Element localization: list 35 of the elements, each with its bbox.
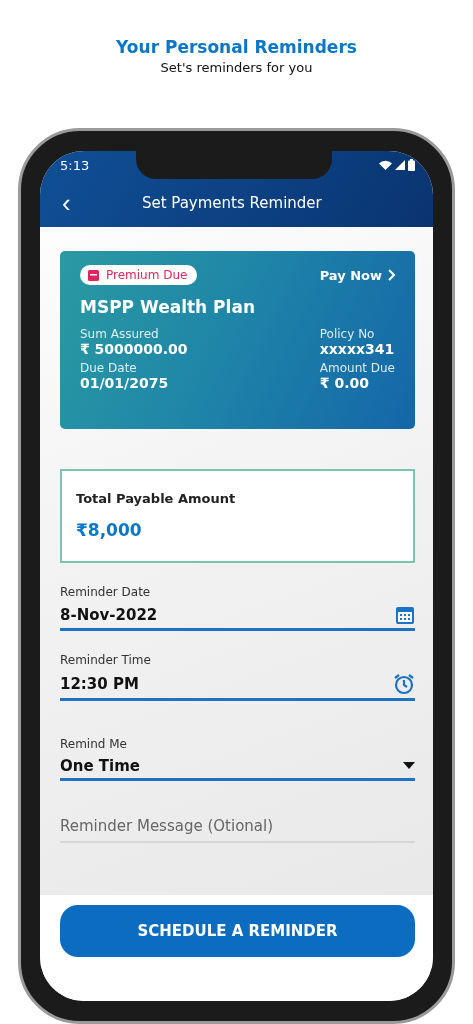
alarm-clock-icon[interactable] xyxy=(393,673,415,695)
policy-field-value: ₹ 5000000.00 xyxy=(80,341,189,357)
status-time: 5:13 xyxy=(60,157,90,173)
field-value: 8-Nov-2022 xyxy=(60,606,158,624)
field-value: 12:30 PM xyxy=(60,675,139,693)
reminder-field[interactable]: Reminder Time 12:30 PM xyxy=(60,653,415,701)
field-label: Remind Me xyxy=(60,737,128,751)
policy-field-value: xxxxx341 xyxy=(319,341,395,357)
dropdown-caret-icon[interactable] xyxy=(403,762,415,770)
chevron-right-icon xyxy=(388,269,395,281)
page-title: Your Personal Reminders xyxy=(116,37,357,57)
field-label: Reminder Date xyxy=(60,585,152,599)
signal-icon xyxy=(395,160,405,170)
total-label: Total Payable Amount xyxy=(76,491,237,506)
policy-field-label: Amount Due xyxy=(319,361,395,375)
pay-now-link[interactable]: Pay Now xyxy=(319,267,395,283)
page-subtitle: Set's reminders for you xyxy=(160,60,313,75)
policy-field-value: 01/01/2075 xyxy=(80,375,170,391)
policy-field-value: ₹ 0.00 xyxy=(319,375,370,391)
reminder-field[interactable]: Remind Me One Time xyxy=(60,737,415,781)
badge-label: Premium Due xyxy=(106,268,188,282)
schedule-reminder-button[interactable]: SCHEDULE A REMINDER xyxy=(60,905,415,957)
policy-field-label: Policy No xyxy=(319,327,376,341)
screen-title: Set Payments Reminder xyxy=(140,194,323,212)
policy-field-label: Due Date xyxy=(80,361,138,375)
reminder-message-field[interactable]: Reminder Message (Otional) xyxy=(60,817,415,843)
field-value: One Time xyxy=(60,757,140,775)
reminder-field[interactable]: Reminder Date 8-Nov-2022 xyxy=(60,585,415,631)
policy-field-label: Sum Assured xyxy=(80,327,160,341)
plan-name: MSPP Wealth Plan xyxy=(80,297,256,317)
total-amount: ₹8,000 xyxy=(76,520,143,540)
battery-icon xyxy=(408,159,415,171)
back-button[interactable]: ‹ xyxy=(62,190,71,216)
wifi-icon xyxy=(379,160,392,170)
field-label: Reminder Time xyxy=(60,653,152,667)
